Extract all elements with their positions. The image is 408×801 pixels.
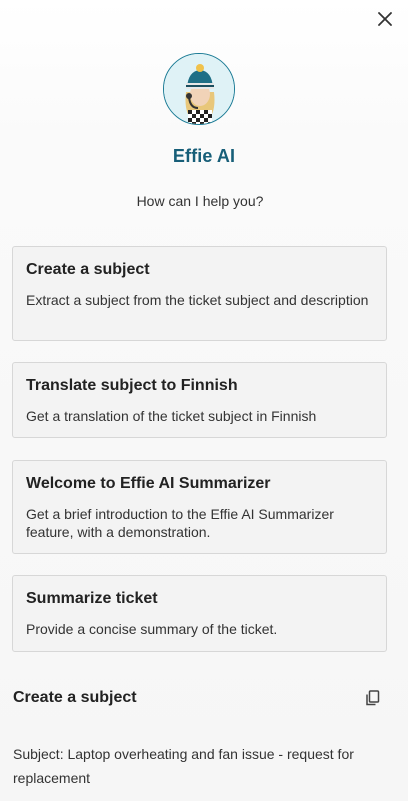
result-text: Subject: Laptop overheating and fan issu… xyxy=(13,746,354,786)
assistant-name: Effie AI xyxy=(172,146,236,166)
close-icon xyxy=(378,12,392,26)
action-card-description: Get a translation of the ticket subject … xyxy=(26,408,317,424)
action-card-summarize-ticket[interactable]: Summarize ticket Provide a concise summa… xyxy=(12,575,387,652)
action-card-welcome-summarizer[interactable]: Welcome to Effie AI Summarizer Get a bri… xyxy=(12,460,387,554)
copy-button[interactable] xyxy=(364,689,382,707)
action-card-title: Translate subject to Finnish xyxy=(26,377,238,394)
greeting-text: How can I help you? xyxy=(136,193,264,209)
assistant-panel: Effie AI How can I help you? Create a su… xyxy=(0,0,408,801)
action-card-title: Create a subject xyxy=(26,261,150,278)
assistant-avatar xyxy=(163,53,235,125)
action-card-create-subject[interactable]: Create a subject Extract a subject from … xyxy=(12,246,387,341)
action-card-title: Welcome to Effie AI Summarizer xyxy=(26,475,271,492)
close-button[interactable] xyxy=(374,8,396,30)
avatar-illustration xyxy=(164,54,234,124)
action-card-translate-subject[interactable]: Translate subject to Finnish Get a trans… xyxy=(12,362,387,438)
action-card-description: Provide a concise summary of the ticket. xyxy=(26,621,278,637)
result-title: Create a subject xyxy=(13,689,137,706)
copy-icon xyxy=(366,690,380,706)
action-card-description: Get a brief introduction to the Effie AI… xyxy=(26,506,334,540)
action-card-title: Summarize ticket xyxy=(26,590,158,607)
action-card-description: Extract a subject from the ticket subjec… xyxy=(26,292,369,308)
